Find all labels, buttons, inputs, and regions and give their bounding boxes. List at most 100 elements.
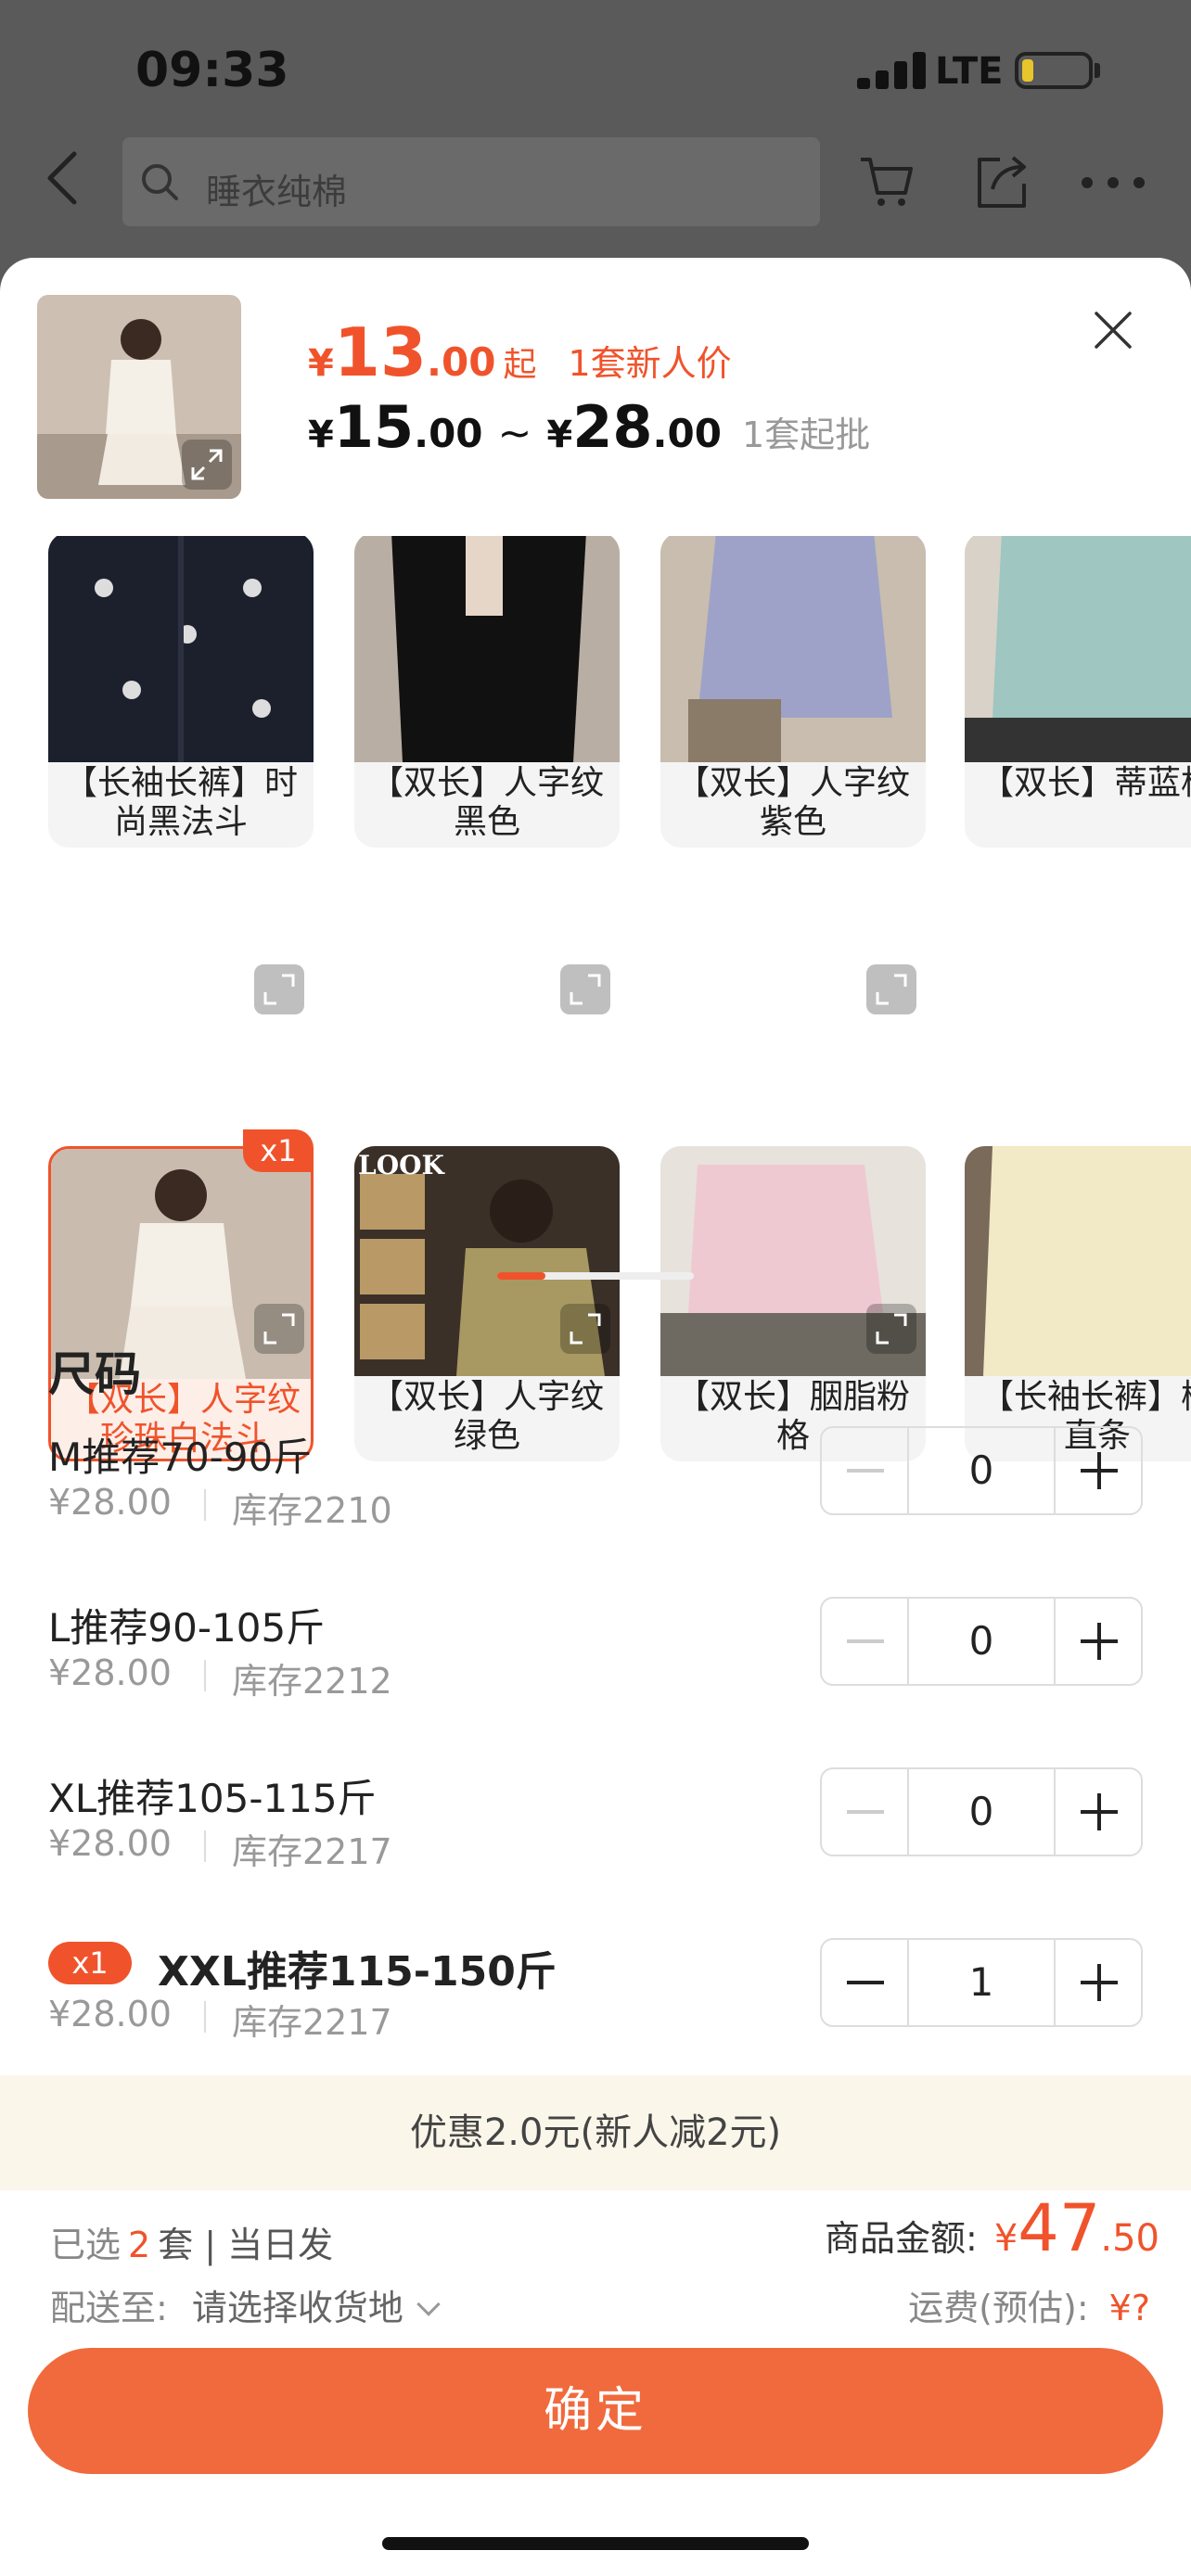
more-icon[interactable] [1080,174,1146,191]
currency-symbol: ¥ [546,414,573,456]
variant-option[interactable]: 【双长】人字纹黑色 [354,536,620,848]
size-price: ¥28.00 [48,1994,172,2034]
minus-button[interactable] [822,1599,909,1684]
size-row: XL推荐105-115斤 ¥28.00 库存2217 0 [0,1767,1191,1916]
currency-symbol: ¥ [308,342,334,385]
freight-label: 运费(预估): [908,2288,1089,2328]
size-stock: 库存2217 [232,2002,392,2043]
selected-summary: 已选 2 套 | 当日发 [50,2216,333,2267]
size-name: XXL推荐115-150斤 [158,1948,557,1996]
status-bar: 09:33 LTE [0,0,1191,139]
divider [204,2001,206,2033]
product-thumbnail[interactable] [37,295,241,499]
size-row-selected: x1 XXL推荐115-150斤 ¥28.00 库存2217 1 [0,1938,1191,2086]
ship-to-label: 配送至: [50,2288,168,2328]
range-low-int: 15 [333,393,415,461]
expand-icon[interactable] [254,1304,304,1354]
quantity-input[interactable]: 0 [909,1599,1054,1684]
size-stock: 库存2210 [232,1490,392,1531]
chevron-down-icon [416,2292,441,2316]
amount-dec: .50 [1100,2217,1159,2260]
selected-count: 2 [128,2225,151,2265]
battery-icon [1015,52,1093,89]
expand-icon[interactable] [560,1304,610,1354]
divider [204,1830,206,1862]
range-separator: ~ [497,410,532,457]
quantity-input[interactable]: 0 [909,1769,1054,1855]
close-icon[interactable] [1091,308,1135,352]
pajama-photo-blue [965,536,1191,762]
expand-icon[interactable] [866,964,916,1014]
variant-label: 【双长】人字纹紫色 [675,764,910,841]
size-row: L推荐90-105斤 ¥28.00 库存2212 0 [0,1597,1191,1745]
variant-option[interactable]: 【双长】人字纹紫色 [660,536,926,848]
quantity-input[interactable]: 0 [909,1428,1054,1513]
cart-icon[interactable] [857,152,916,211]
size-stock: 库存2217 [232,1831,392,1872]
search-icon [142,164,178,200]
new-price-int: 13 [333,313,428,391]
new-user-price: ¥13.00 起 1套新人价 [308,313,732,391]
promo-banner: 优惠2.0元(新人减2元) [0,2075,1191,2190]
battery-tip [1095,63,1100,78]
plus-button[interactable] [1054,1769,1141,1855]
plus-button[interactable] [1054,1599,1141,1684]
network-type: LTE [935,50,1004,93]
freight-value: ¥? [1108,2288,1150,2328]
size-name: M推荐70-90斤 [48,1435,313,1480]
divider [204,1660,206,1691]
size-price: ¥28.00 [48,1652,172,1693]
pajama-photo-cream [965,1146,1191,1376]
share-icon[interactable] [972,152,1031,211]
variant-count-badge: x1 [243,1129,314,1172]
expand-icon[interactable] [866,1304,916,1354]
size-name: XL推荐105-115斤 [48,1776,377,1821]
ship-to-selector[interactable]: 配送至: 请选择收货地 [50,2279,441,2330]
minus-button[interactable] [822,1428,909,1513]
quantity-stepper[interactable]: 0 [820,1597,1143,1686]
min-order: 1套起批 [741,414,871,455]
size-stock: 库存2212 [232,1661,392,1702]
variant-label: 【双长】人字纹黑色 [369,764,604,841]
selected-prefix: 已选 [50,2225,122,2265]
home-indicator[interactable] [382,2537,809,2550]
pajama-photo-purple [660,536,926,762]
variant-option[interactable]: 【长袖长裤】时尚黑法斗 [48,536,314,848]
sku-sheet: ¥13.00 起 1套新人价 ¥15.00 ~ ¥28.00 1套起批 【长袖长裤】时尚黑… [0,258,1191,2576]
size-price: ¥28.00 [48,1482,172,1523]
amount-int: 47 [1018,2190,1101,2266]
minus-button[interactable] [822,1940,909,2025]
pajama-photo-black-print [48,536,314,762]
status-time: 09:33 [135,43,289,98]
variant-grid[interactable]: 【长袖长裤】时尚黑法斗 【双长】人字纹黑色 【双长】人字纹紫色 【双长】蒂蓝格 … [0,536,1191,1510]
confirm-button[interactable]: 确定 [28,2348,1163,2474]
divider [204,1489,206,1521]
minus-button[interactable] [822,1769,909,1855]
expand-icon[interactable] [560,964,610,1014]
expand-icon[interactable] [182,440,232,490]
size-count-badge: x1 [48,1942,132,1984]
variant-option[interactable]: 【长袖长裤】槟直条 [965,1146,1191,1461]
ship-to-value[interactable]: 请选择收货地 [192,2288,403,2328]
variant-label: 【双长】蒂蓝格 [980,764,1191,802]
amount-currency: ¥ [993,2217,1018,2260]
pajama-photo-black [354,536,620,762]
variant-option[interactable]: 【双长】蒂蓝格 [965,536,1191,848]
plus-button[interactable] [1054,1428,1141,1513]
plus-button[interactable] [1054,1940,1141,2025]
new-price-dec: .00 [427,339,496,385]
quantity-stepper[interactable]: 1 [820,1938,1143,2027]
amount-label: 商品金额: [825,2218,978,2259]
quantity-stepper[interactable]: 0 [820,1426,1143,1515]
amount-summary: 商品金额: ¥47.50 [825,2190,1159,2266]
quantity-input[interactable]: 1 [909,1940,1054,2025]
quantity-stepper[interactable]: 0 [820,1767,1143,1856]
new-price-note: 1套新人价 [568,343,732,384]
size-section-title: 尺码 [48,1347,141,1401]
new-price-suffix: 起 [503,346,537,384]
range-low-dec: .00 [414,411,483,456]
variant-label: 【长袖长裤】时尚黑法斗 [63,764,298,841]
back-icon[interactable] [43,150,80,206]
search-placeholder: 睡衣纯棉 [206,172,348,212]
expand-icon[interactable] [254,964,304,1014]
